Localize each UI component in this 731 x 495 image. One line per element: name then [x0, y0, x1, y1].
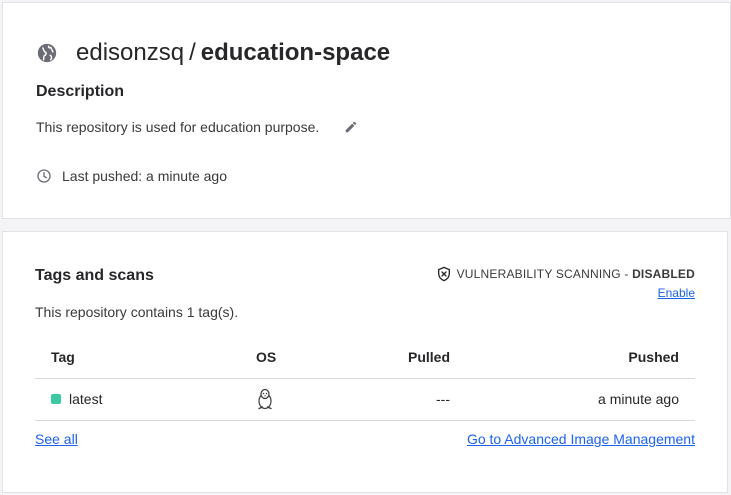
table-row[interactable]: latest --- a minute ago	[35, 379, 695, 421]
repository-card: edisonzsq / education-space Description Th…	[2, 2, 731, 219]
linux-icon	[258, 388, 272, 410]
pulled-cell: ---	[436, 391, 450, 407]
last-pushed-row: Last pushed: a minute ago	[36, 168, 227, 184]
advanced-image-management-link[interactable]: Go to Advanced Image Management	[467, 431, 695, 447]
tags-card: Tags and scans VULNERABILITY SCANNING - …	[2, 231, 728, 493]
description-heading: Description	[36, 83, 125, 100]
column-pushed: Pushed	[628, 349, 679, 365]
clock-icon	[37, 169, 51, 183]
vulnerability-label: VULNERABILITY SCANNING -	[456, 267, 633, 281]
repo-name: education-space	[200, 39, 391, 66]
shield-x-icon	[437, 266, 450, 282]
globe-icon	[37, 43, 57, 63]
enable-scanning-link[interactable]: Enable	[658, 286, 695, 300]
column-tag: Tag	[51, 349, 75, 365]
tag-count-text: This repository contains 1 tag(s).	[35, 304, 239, 320]
repo-separator: /	[189, 39, 196, 66]
vulnerability-status: VULNERABILITY SCANNING - DISABLED	[436, 266, 695, 282]
vulnerability-state: DISABLED	[632, 267, 695, 281]
tags-table: Tag OS Pulled Pushed latest --- a minute…	[35, 338, 695, 421]
last-pushed-text: Last pushed: a minute ago	[62, 168, 228, 184]
tag-cell: latest	[51, 391, 102, 407]
table-header: Tag OS Pulled Pushed	[35, 338, 695, 379]
see-all-link[interactable]: See all	[35, 431, 78, 447]
repo-title: edisonzsq / education-space	[36, 39, 390, 67]
tag-name[interactable]: latest	[69, 391, 102, 407]
description-row: This repository is used for education pu…	[36, 119, 358, 135]
tags-heading: Tags and scans	[35, 267, 154, 284]
pencil-icon[interactable]	[344, 120, 358, 134]
column-os: OS	[256, 349, 277, 365]
column-pulled: Pulled	[407, 349, 450, 365]
pushed-cell: a minute ago	[598, 391, 679, 407]
repo-owner[interactable]: edisonzsq	[76, 39, 184, 66]
description-text: This repository is used for education pu…	[36, 119, 320, 135]
status-dot	[51, 394, 61, 404]
